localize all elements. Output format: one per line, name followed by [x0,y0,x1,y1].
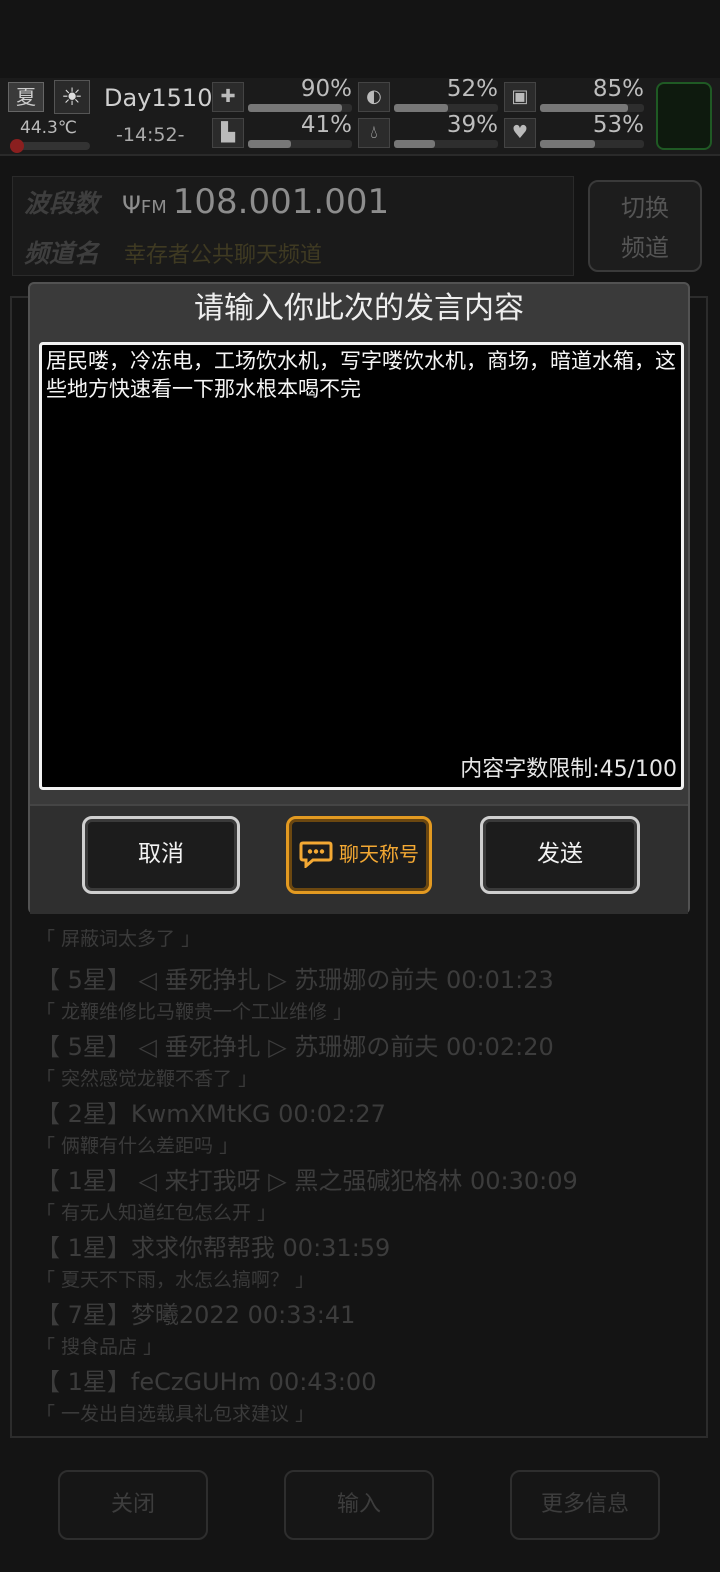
stat-bar-fill [540,140,596,148]
input-button[interactable]: 输入 [284,1470,434,1540]
day-counter: Day1510 [104,84,213,112]
chat-message: 【 2星】KwmXMtKG 00:02:27 「 俩鞭有什么差距吗 」 [36,1100,386,1157]
stat-stamina: ▣ 85% [504,76,644,112]
chat-message: 【 5星】 ◁ 垂死挣扎 ▷ 苏珊娜の前夫 00:02:20 「 突然感觉龙鞭不… [36,1033,554,1090]
close-button[interactable]: 关闭 [58,1470,208,1540]
cancel-button[interactable]: 取消 [82,816,240,894]
season-badge: 夏 [8,82,44,112]
equipment-slot[interactable] [656,82,712,150]
chat-message: 【 7星】梦曦2022 00:33:41 「 搜食品店 」 [36,1301,356,1358]
stomach-icon: ◐ [358,82,390,112]
frequency-display: ΨFM 108.001.001 [122,182,389,222]
chat-title-label: 聊天称号 [339,842,419,866]
chat-bubble-icon [299,841,333,868]
stat-thirst: 💧︎ 39% [358,112,498,148]
more-info-button[interactable]: 更多信息 [510,1470,660,1540]
stat-bar-fill [394,104,449,112]
character-limit-counter: 内容字数限制:45/100 [460,757,677,782]
stat-bar-fill [248,140,291,148]
game-clock: -14:52- [116,124,185,146]
send-button[interactable]: 发送 [480,816,640,894]
medkit-icon: ✚ [212,82,244,112]
sun-icon: ☀ [54,80,90,114]
stat-health: ✚ 90% [212,76,352,112]
stat-bar-fill [248,104,342,112]
stat-bar-fill [394,140,435,148]
temperature-bar [10,139,90,153]
temperature-label: 44.3℃ [20,118,77,138]
stat-mood: ♥ 53% [504,112,644,148]
channel-label: 频道名 [24,239,100,268]
channel-name: 幸存者公共聊天频道 [124,243,323,268]
chat-title-button[interactable]: 聊天称号 [286,816,432,894]
stamina-icon: ▣ [504,82,536,112]
chat-message: 【 1星】求求你帮帮我 00:31:59 「 夏天不下雨，水怎么搞啊？ 」 [36,1234,391,1291]
antenna-icon: Ψ [122,191,141,219]
chat-message: 【 5星】 ◁ 垂死挣扎 ▷ 苏珊娜の前夫 00:01:23 「 龙鞭维修比马鞭… [36,966,554,1023]
band-label: 波段数 [24,189,100,218]
heart-icon: ♥ [504,118,536,148]
message-input-dialog: 请输入你此次的发言内容 居民喽，冷冻电，工场饮水机，写字喽饮水机，商场，暗道水箱… [28,282,690,914]
stat-hunger: ◐ 52% [358,76,498,112]
boot-icon: ▙ [212,118,244,148]
water-drop-icon: 💧︎ [358,118,390,148]
fm-label: FM [140,197,167,218]
chat-message: 「 屏蔽词太多了 」 [36,928,201,950]
frequency-value: 108.001.001 [172,182,390,222]
stat-fatigue: ▙ 41% [212,112,352,148]
message-content: 居民喽，冷冻电，工场饮水机，写字喽饮水机，商场，暗道水箱，这些地方快速看一下那水… [46,349,676,401]
stat-bar-fill [540,104,629,112]
chat-message: 【 1星】feCzGUHm 00:43:00 「 一发出自选载具礼包求建议 」 [36,1368,377,1425]
dialog-title: 请输入你此次的发言内容 [194,291,524,326]
chat-message: 【 1星】 ◁ 来打我呀 ▷ 黑之强碱犯格林 00:30:09 「 有无人知道红… [36,1167,578,1224]
message-textarea[interactable]: 居民喽，冷冻电，工场饮水机，写字喽饮水机，商场，暗道水箱，这些地方快速看一下那水… [39,342,684,790]
switch-channel-button[interactable]: 切换 频道 [588,180,702,272]
